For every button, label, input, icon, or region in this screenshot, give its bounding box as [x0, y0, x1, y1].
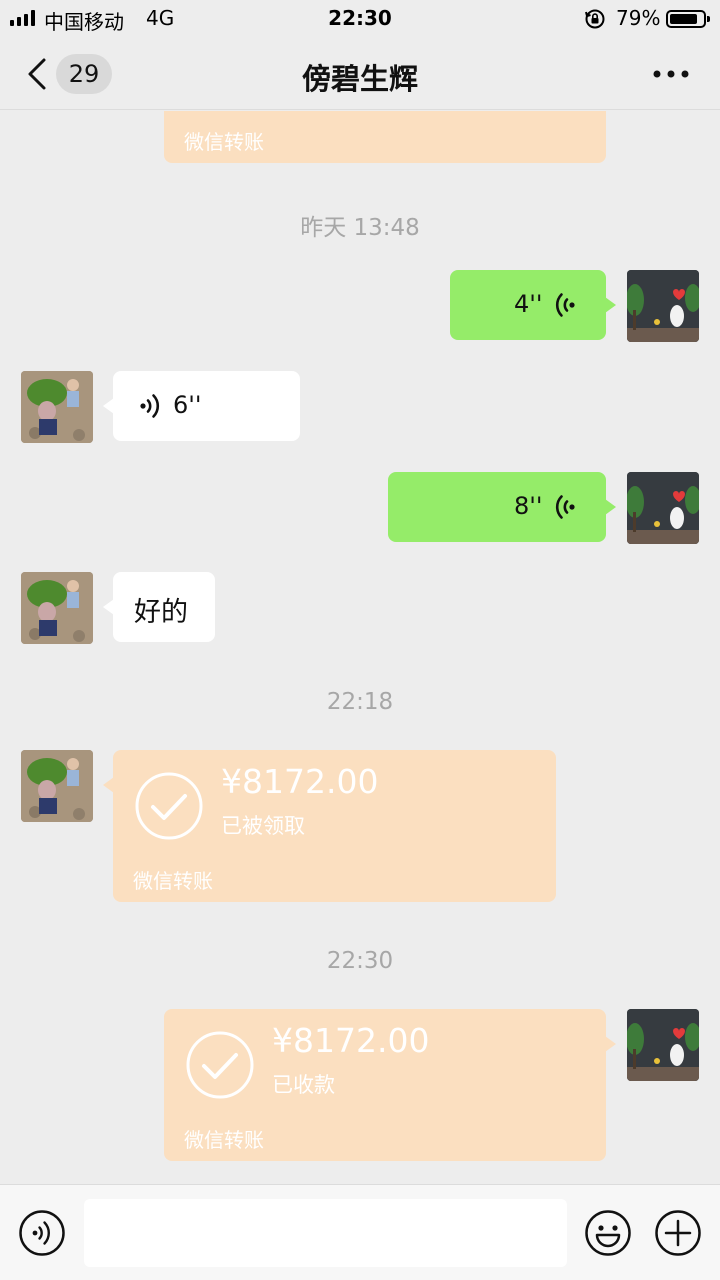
input-bar — [0, 1184, 720, 1280]
transfer-message-self[interactable]: ¥8172.00 已收款 微信转账 — [164, 1009, 616, 1161]
transfer-status: 已被领取 — [221, 814, 305, 838]
voice-wave-icon — [555, 495, 575, 519]
rotation-lock-icon — [585, 9, 605, 29]
chat-title: 傍碧生辉 — [301, 62, 418, 96]
battery-icon — [666, 10, 710, 28]
more-options-icon[interactable] — [648, 60, 694, 88]
avatar-contact[interactable] — [21, 750, 93, 822]
message-text: 好的 — [134, 597, 188, 628]
transfer-label: 微信转账 — [184, 130, 264, 154]
transfer-message-contact[interactable]: ¥8172.00 已被领取 微信转账 — [103, 750, 556, 902]
timestamp: 22:18 — [326, 689, 394, 715]
avatar-self[interactable] — [627, 472, 699, 544]
status-bar: 中国移动 4G 22:30 79% — [0, 0, 720, 40]
text-message-contact[interactable]: 好的 — [103, 572, 215, 642]
transfer-amount: ¥8172.00 — [272, 1021, 430, 1060]
avatar-contact[interactable] — [21, 572, 93, 644]
avatar-self[interactable] — [627, 1009, 699, 1081]
checkmark-circle-icon — [186, 1031, 254, 1099]
battery-percent: 79% — [616, 6, 661, 30]
voice-duration: 6'' — [173, 391, 202, 419]
plus-icon[interactable] — [654, 1209, 702, 1257]
transfer-label: 微信转账 — [184, 1128, 264, 1152]
transfer-amount: ¥8172.00 — [221, 762, 379, 801]
chat-header: 29 傍碧生辉 — [0, 40, 720, 110]
transfer-label: 微信转账 — [133, 869, 213, 893]
voice-input-icon[interactable] — [18, 1209, 66, 1257]
voice-duration: 8'' — [514, 492, 543, 520]
voice-duration: 4'' — [514, 290, 543, 318]
timestamp: 22:30 — [326, 948, 394, 974]
voice-message-self[interactable]: 8'' — [388, 472, 616, 542]
voice-wave-icon — [140, 394, 160, 418]
voice-message-contact[interactable]: 6'' — [103, 371, 300, 441]
voice-message-self[interactable]: 4'' — [450, 270, 616, 340]
checkmark-circle-icon — [135, 772, 203, 840]
timestamp: 昨天 13:48 — [300, 215, 420, 241]
message-input[interactable] — [84, 1199, 567, 1267]
avatar-self[interactable] — [627, 270, 699, 342]
transfer-bubble-partial[interactable]: 微信转账 — [164, 111, 606, 163]
status-time: 22:30 — [328, 6, 392, 30]
emoji-icon[interactable] — [584, 1209, 632, 1257]
voice-wave-icon — [555, 293, 575, 317]
avatar-contact[interactable] — [21, 371, 93, 443]
transfer-status: 已收款 — [272, 1073, 335, 1097]
